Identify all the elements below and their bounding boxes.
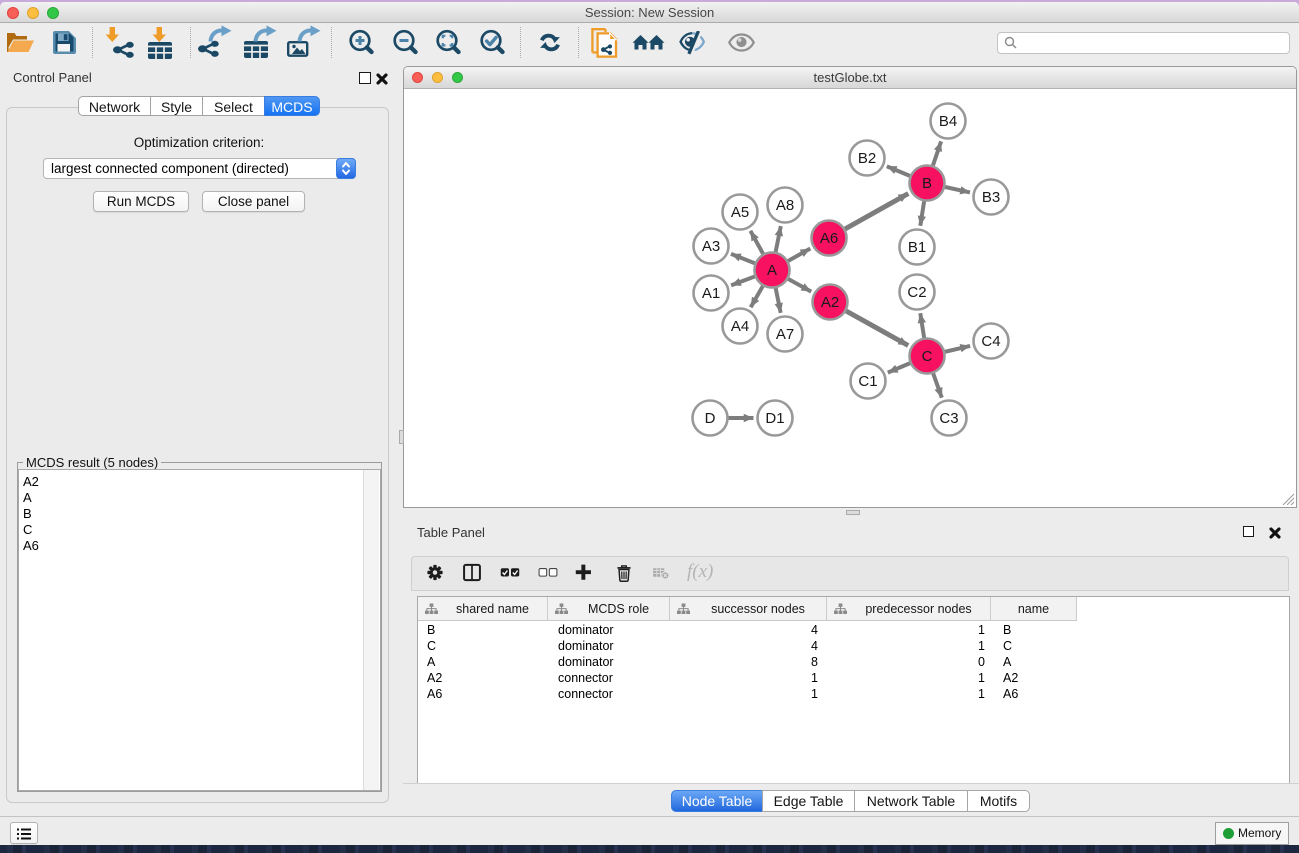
svg-text:A1: A1	[702, 285, 720, 302]
svg-text:A7: A7	[776, 326, 794, 343]
svg-text:C3: C3	[939, 410, 958, 427]
svg-text:A6: A6	[820, 230, 838, 247]
svg-text:D: D	[705, 410, 716, 427]
svg-text:C2: C2	[907, 284, 926, 301]
svg-text:A2: A2	[821, 294, 839, 311]
svg-text:C4: C4	[981, 333, 1000, 350]
svg-text:A: A	[767, 262, 777, 279]
svg-text:D1: D1	[765, 410, 784, 427]
svg-text:B: B	[922, 175, 932, 192]
svg-text:C1: C1	[858, 373, 877, 390]
svg-text:A3: A3	[702, 238, 720, 255]
svg-text:C: C	[922, 348, 933, 365]
svg-text:B1: B1	[908, 239, 926, 256]
svg-text:A4: A4	[731, 318, 749, 335]
svg-text:B4: B4	[939, 113, 957, 130]
svg-text:B3: B3	[982, 189, 1000, 206]
svg-text:B2: B2	[858, 150, 876, 167]
svg-text:A8: A8	[776, 197, 794, 214]
svg-text:A5: A5	[731, 204, 749, 221]
